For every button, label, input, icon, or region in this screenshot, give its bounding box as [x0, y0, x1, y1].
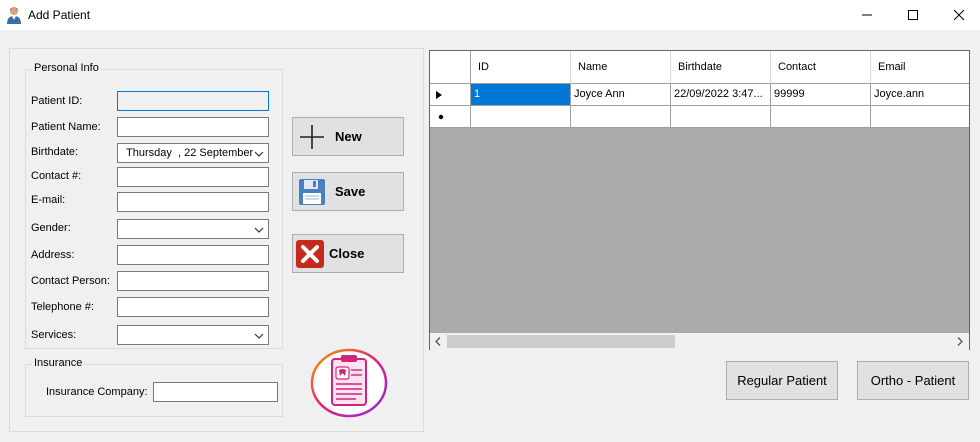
- chevron-down-icon: [254, 151, 264, 157]
- scroll-right-icon[interactable]: [956, 337, 964, 346]
- close-window-icon: [953, 9, 965, 21]
- minimize-button[interactable]: [844, 0, 890, 30]
- horizontal-scrollbar[interactable]: [430, 333, 969, 350]
- save-button-label: Save: [335, 184, 366, 199]
- new-row-cell[interactable]: [771, 106, 871, 128]
- maximize-icon: [908, 10, 918, 20]
- scrollbar-thumb[interactable]: [447, 335, 675, 348]
- table-cell-birthdate[interactable]: 22/09/2022 3:47...: [671, 84, 771, 106]
- ortho-patient-button[interactable]: Ortho - Patient: [857, 361, 969, 400]
- insurance-group: Insurance Insurance Company:: [25, 357, 283, 417]
- table-cell-id[interactable]: 1: [471, 84, 571, 106]
- floppy-disk-icon: [297, 177, 327, 207]
- scroll-left-icon[interactable]: [434, 337, 442, 346]
- gender-label: Gender:: [31, 222, 71, 234]
- email-label: E-mail:: [31, 194, 66, 206]
- contact-input[interactable]: [117, 167, 269, 187]
- close-button-label: Close: [329, 246, 365, 261]
- insurance-company-label: Insurance Company:: [46, 386, 148, 398]
- new-row-cell[interactable]: [871, 106, 969, 128]
- col-header-email[interactable]: Email: [871, 51, 969, 84]
- birthdate-label: Birthdate:: [31, 146, 79, 158]
- new-row-cell[interactable]: [671, 106, 771, 128]
- patient-name-input[interactable]: [117, 117, 269, 137]
- row-pointer-icon: [436, 91, 442, 99]
- maximize-button[interactable]: [890, 0, 936, 30]
- patient-id-label: Patient ID:: [31, 95, 83, 107]
- email-input[interactable]: [117, 192, 269, 212]
- new-row-icon: [438, 114, 444, 120]
- row-header[interactable]: [430, 84, 471, 106]
- contact-person-input[interactable]: [117, 271, 269, 291]
- close-button[interactable]: Close: [292, 234, 404, 273]
- new-row-cell[interactable]: [571, 106, 671, 128]
- chevron-down-icon: [254, 227, 264, 233]
- address-label: Address:: [31, 249, 75, 261]
- services-select[interactable]: [117, 325, 269, 345]
- new-button-label: New: [335, 129, 362, 144]
- birthdate-picker[interactable]: Thursday , 22 September: [117, 143, 269, 163]
- grid-header: ID Name Birthdate Contact Email: [430, 51, 969, 84]
- contact-person-label: Contact Person:: [31, 275, 110, 287]
- close-window-button[interactable]: [936, 0, 980, 30]
- telephone-label: Telephone #:: [31, 301, 94, 313]
- grid-corner: [430, 51, 471, 84]
- new-button[interactable]: New: [292, 117, 404, 156]
- save-button[interactable]: Save: [292, 172, 404, 211]
- insurance-legend: Insurance: [32, 357, 85, 369]
- col-header-name[interactable]: Name: [571, 51, 671, 84]
- table-cell-email[interactable]: Joyce.ann: [871, 84, 969, 106]
- plus-icon: [297, 122, 327, 152]
- address-input[interactable]: [117, 245, 269, 265]
- regular-patient-button[interactable]: Regular Patient: [726, 361, 838, 400]
- close-x-icon: [295, 239, 325, 269]
- birthdate-value: Thursday , 22 September: [126, 147, 254, 159]
- services-label: Services:: [31, 329, 77, 341]
- personal-info-group: Personal Info Patient ID: Patient Name: …: [25, 62, 283, 349]
- telephone-input[interactable]: [117, 297, 269, 317]
- title-bar: Add Patient: [0, 0, 980, 30]
- minimize-icon: [862, 14, 872, 16]
- new-row-header[interactable]: [430, 106, 471, 128]
- col-header-contact[interactable]: Contact: [771, 51, 871, 84]
- col-header-id[interactable]: ID: [471, 51, 571, 84]
- table-cell-contact[interactable]: 99999: [771, 84, 871, 106]
- gender-select[interactable]: [117, 219, 269, 239]
- window-title: Add Patient: [28, 8, 91, 22]
- patient-id-input[interactable]: [117, 91, 269, 111]
- patients-grid[interactable]: ID Name Birthdate Contact Email 1 Joyce …: [429, 50, 970, 350]
- patient-name-label: Patient Name:: [31, 121, 101, 133]
- personal-info-legend: Personal Info: [32, 62, 101, 74]
- insurance-company-input[interactable]: [153, 382, 278, 402]
- chevron-down-icon: [254, 333, 264, 339]
- table-cell-name[interactable]: Joyce Ann: [571, 84, 671, 106]
- col-header-birthdate[interactable]: Birthdate: [671, 51, 771, 84]
- clipboard-dental-logo: [310, 348, 388, 418]
- form-panel: Personal Info Patient ID: Patient Name: …: [9, 48, 424, 432]
- new-row-cell[interactable]: [471, 106, 571, 128]
- contact-label: Contact #:: [31, 170, 82, 182]
- user-app-icon: [7, 7, 21, 24]
